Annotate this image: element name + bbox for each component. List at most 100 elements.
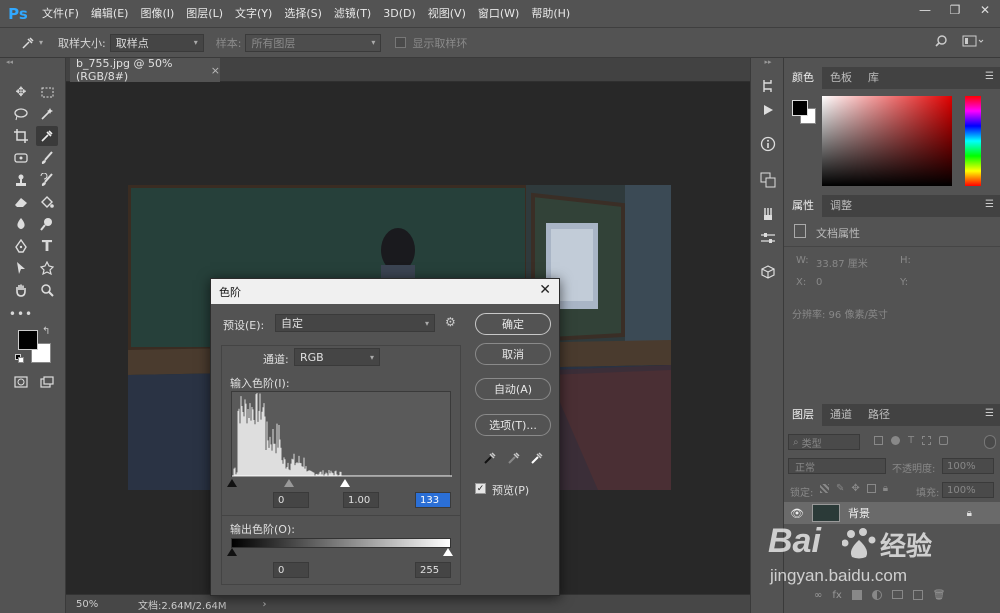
collapse-arrows-icon[interactable]: ◂◂ — [0, 58, 66, 66]
layer-kind-filter[interactable]: ⌕ 类型 — [788, 434, 860, 450]
input-black-handle[interactable] — [227, 479, 237, 487]
brush-tool-icon[interactable] — [36, 148, 58, 168]
tab-layers[interactable]: 图层 — [784, 404, 822, 426]
spot-healing-tool-icon[interactable] — [10, 148, 32, 168]
zoom-level[interactable]: 50% — [76, 599, 126, 610]
new-group-icon[interactable] — [891, 590, 903, 599]
input-gamma-handle[interactable] — [284, 479, 294, 487]
filter-pixel-icon[interactable] — [874, 436, 883, 445]
output-white-handle[interactable] — [443, 548, 453, 556]
channel-select[interactable]: RGB ▾ — [294, 348, 380, 366]
menu-layer[interactable]: 图层(L) — [180, 0, 229, 28]
layer-style-icon[interactable]: fx — [832, 590, 841, 604]
cancel-button[interactable]: 取消 — [475, 343, 551, 365]
input-white-field[interactable]: 133 — [415, 492, 451, 508]
input-levels-slider[interactable] — [227, 478, 451, 488]
sample-select[interactable]: 所有图层 ▾ — [245, 33, 382, 52]
paint-bucket-tool-icon[interactable] — [36, 192, 58, 212]
options-button[interactable]: 选项(T)... — [475, 414, 551, 436]
brush-settings-icon[interactable] — [757, 204, 779, 224]
gray-point-eyedropper-icon[interactable] — [507, 451, 521, 468]
menu-select[interactable]: 选择(S) — [278, 0, 328, 28]
adjustments-sliders-icon[interactable] — [757, 228, 779, 248]
history-icon[interactable] — [757, 76, 779, 96]
foreground-color-swatch[interactable] — [18, 330, 38, 350]
clone-stamp-tool-icon[interactable] — [10, 170, 32, 190]
blur-tool-icon[interactable] — [10, 214, 32, 234]
screen-mode-icon[interactable] — [36, 372, 58, 392]
custom-shape-tool-icon[interactable] — [36, 258, 58, 278]
sample-size-select[interactable]: 取样点 ▾ — [109, 33, 204, 52]
tab-swatches[interactable]: 色板 — [822, 67, 860, 89]
tab-paths[interactable]: 路径 — [860, 404, 898, 426]
menu-help[interactable]: 帮助(H) — [525, 0, 576, 28]
filter-toggle[interactable] — [984, 435, 996, 449]
layer-name[interactable]: 背景 — [848, 505, 870, 521]
pen-tool-icon[interactable] — [10, 236, 32, 256]
fill-field[interactable]: 100% — [942, 482, 994, 498]
color-field[interactable] — [822, 96, 952, 186]
link-layers-icon[interactable]: ∞ — [814, 590, 822, 604]
menu-image[interactable]: 图像(I) — [134, 0, 180, 28]
workspace-icon[interactable] — [962, 34, 984, 51]
filter-adjustment-icon[interactable] — [891, 436, 900, 445]
zoom-tool-icon[interactable] — [36, 280, 58, 300]
actions-play-icon[interactable] — [757, 100, 779, 120]
menu-view[interactable]: 视图(V) — [422, 0, 472, 28]
quick-mask-icon[interactable] — [10, 372, 32, 392]
restore-button[interactable]: ❐ — [940, 0, 970, 20]
output-black-handle[interactable] — [227, 548, 237, 556]
input-black-field[interactable]: 0 — [273, 492, 309, 508]
tab-channels[interactable]: 通道 — [822, 404, 860, 426]
dodge-tool-icon[interactable] — [36, 214, 58, 234]
input-gamma-field[interactable]: 1.00 — [343, 492, 379, 508]
ok-button[interactable]: 确定 — [475, 313, 551, 335]
menu-3d[interactable]: 3D(D) — [377, 0, 422, 28]
filter-smart-object-icon[interactable] — [939, 436, 949, 445]
new-adjustment-layer-icon[interactable] — [871, 590, 882, 600]
panel-menu-icon[interactable]: ☰ — [985, 408, 994, 419]
add-mask-icon[interactable] — [851, 590, 862, 600]
info-icon[interactable] — [757, 134, 779, 154]
menu-type[interactable]: 文字(Y) — [229, 0, 278, 28]
blend-mode-select[interactable]: 正常 — [788, 458, 886, 474]
lasso-tool-icon[interactable] — [10, 104, 32, 124]
magic-wand-tool-icon[interactable] — [36, 104, 58, 124]
eyedropper-tool-icon[interactable] — [36, 126, 58, 146]
opacity-field[interactable]: 100% — [942, 458, 994, 474]
preset-options-gear-icon[interactable]: ⚙ — [445, 315, 456, 329]
close-icon[interactable]: ✕ — [539, 282, 551, 298]
output-black-field[interactable]: 0 — [273, 562, 309, 578]
minimize-button[interactable]: — — [910, 0, 940, 20]
panel-menu-icon[interactable]: ☰ — [985, 199, 994, 210]
filter-type-icon[interactable]: T — [908, 436, 914, 448]
default-colors-icon[interactable] — [15, 354, 24, 363]
panel-menu-icon[interactable]: ☰ — [985, 71, 994, 82]
tab-adjustments[interactable]: 调整 — [822, 195, 860, 217]
lock-image-icon[interactable]: ✎ — [836, 484, 844, 496]
glyphs-icon[interactable] — [757, 170, 779, 190]
input-white-handle[interactable] — [340, 479, 350, 487]
filter-shape-icon[interactable] — [922, 436, 932, 445]
move-tool-icon[interactable]: ✥ — [10, 82, 32, 102]
visibility-eye-icon[interactable]: 👁︎ — [790, 507, 804, 520]
swap-colors-icon[interactable]: ↰ — [42, 326, 50, 337]
type-tool-icon[interactable]: T — [36, 236, 58, 256]
tab-libraries[interactable]: 库 — [860, 67, 887, 89]
tab-properties[interactable]: 属性 — [784, 195, 822, 217]
output-white-field[interactable]: 255 — [415, 562, 451, 578]
menu-file[interactable]: 文件(F) — [36, 0, 85, 28]
hand-tool-icon[interactable] — [10, 280, 32, 300]
delete-layer-icon[interactable]: 🗑︎ — [933, 590, 946, 604]
menu-filter[interactable]: 滤镜(T) — [328, 0, 377, 28]
more-tools-icon[interactable]: ••• — [9, 304, 32, 324]
hue-slider[interactable] — [965, 96, 981, 186]
auto-button[interactable]: 自动(A) — [475, 378, 551, 400]
marquee-tool-icon[interactable] — [36, 82, 58, 102]
new-layer-icon[interactable] — [912, 590, 923, 600]
path-selection-tool-icon[interactable] — [10, 258, 32, 278]
dialog-titlebar[interactable]: 色阶 ✕ — [211, 279, 559, 304]
preset-select[interactable]: 自定 ▾ — [275, 314, 435, 332]
crop-tool-icon[interactable] — [10, 126, 32, 146]
collapse-arrows-icon[interactable]: ▸▸ — [751, 58, 785, 66]
